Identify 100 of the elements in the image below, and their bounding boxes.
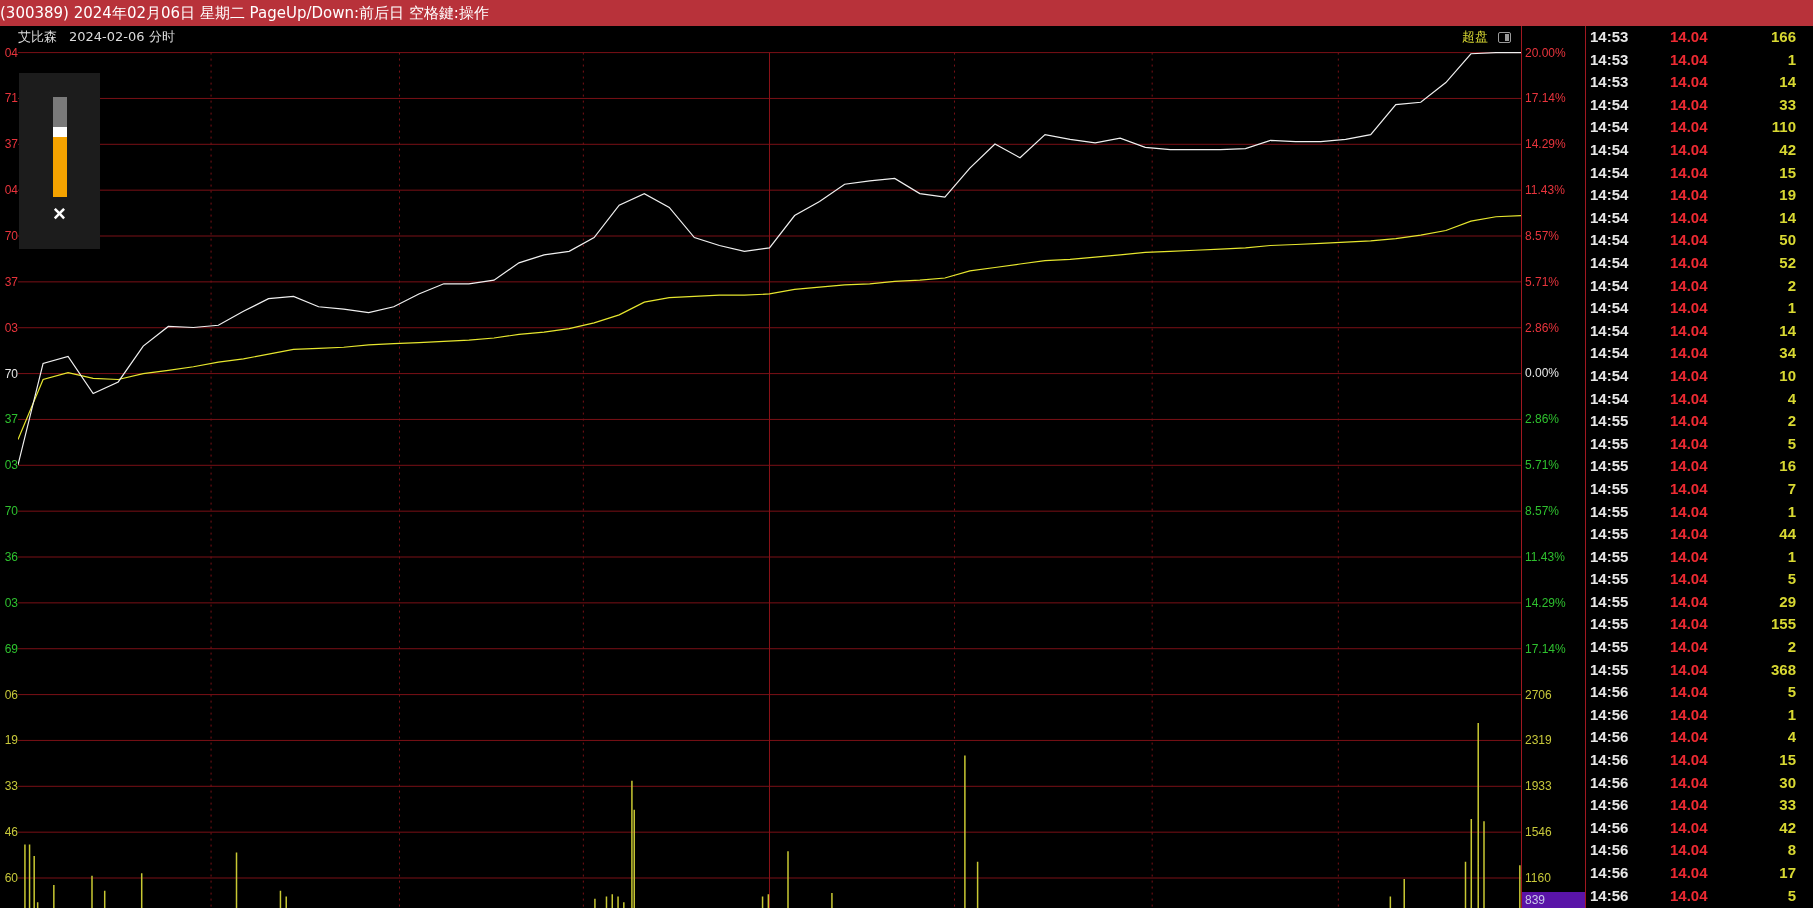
axis-label: 1546 xyxy=(1525,824,1552,841)
trade-volume: 1 xyxy=(1786,546,1796,567)
trade-time: 14:54 xyxy=(1589,185,1630,206)
trade-time: 14:55 xyxy=(1589,546,1630,567)
trade-price: 14.04 xyxy=(1669,524,1709,545)
axis-label: 70 xyxy=(4,228,18,244)
trade-volume: 44 xyxy=(1778,524,1796,545)
trade-time: 14:53 xyxy=(1589,49,1630,70)
trade-time: 14:56 xyxy=(1589,704,1630,725)
trade-volume: 15 xyxy=(1778,162,1796,183)
trade-volume: 155 xyxy=(1769,614,1796,635)
trade-volume: 52 xyxy=(1778,253,1796,273)
trade-price: 14.04 xyxy=(1669,411,1709,432)
trade-price: 14.04 xyxy=(1669,433,1709,454)
trade-price: 14.04 xyxy=(1669,637,1709,658)
trade-price: 14.04 xyxy=(1669,207,1709,228)
trade-price: 14.04 xyxy=(1669,885,1709,906)
trade-volume: 1 xyxy=(1786,49,1796,70)
trade-volume: 19 xyxy=(1778,185,1796,206)
trade-price: 14.04 xyxy=(1669,185,1709,206)
trade-price: 14.04 xyxy=(1669,456,1709,477)
axis-label: 17.14% xyxy=(1525,640,1566,657)
axis-label: 06 xyxy=(4,686,18,703)
trade-time: 14:55 xyxy=(1589,501,1630,522)
trade-time: 14:56 xyxy=(1589,772,1630,793)
trade-time: 14:56 xyxy=(1589,817,1630,838)
axis-label: 70 xyxy=(4,365,18,382)
panel-toggle-icon[interactable] xyxy=(1498,31,1511,43)
toggle-label[interactable]: 超盘 xyxy=(1462,27,1488,47)
trade-volume: 5 xyxy=(1786,885,1796,906)
trade-time: 14:54 xyxy=(1589,94,1630,115)
trade-volume: 14 xyxy=(1778,320,1796,341)
trade-time: 14:56 xyxy=(1589,885,1630,906)
axis-label: 1160 xyxy=(1525,870,1551,886)
trade-volume: 368 xyxy=(1769,659,1796,680)
axis-label: 11.43% xyxy=(1525,549,1565,565)
trade-volume: 10 xyxy=(1778,365,1796,386)
axis-label: 04 xyxy=(4,44,18,61)
axis-label: 14.29% xyxy=(1525,136,1566,153)
trade-time: 14:54 xyxy=(1589,298,1630,319)
axis-label: 1933 xyxy=(1525,778,1552,795)
close-button[interactable]: × xyxy=(53,203,66,225)
title-text: (300389) 2024年02月06日 星期二 PageUp/Down:前后日 空格鍵:操作 xyxy=(0,2,489,24)
trade-price: 14.04 xyxy=(1669,94,1709,115)
trade-volume: 4 xyxy=(1786,727,1796,748)
axis-label: 5.71% xyxy=(1525,457,1560,474)
trade-time: 14:55 xyxy=(1589,614,1630,635)
trade-time: 14:53 xyxy=(1589,27,1630,48)
trade-time: 14:56 xyxy=(1589,727,1630,748)
trade-time: 14:55 xyxy=(1589,591,1630,612)
axis-label: 03 xyxy=(4,457,18,474)
trade-time: 14:56 xyxy=(1589,840,1630,861)
trade-time: 14:54 xyxy=(1589,320,1630,341)
trade-price: 14.04 xyxy=(1669,298,1709,319)
axis-label: 11.43% xyxy=(1525,182,1565,199)
trade-price: 14.04 xyxy=(1669,478,1709,499)
trade-volume: 166 xyxy=(1769,27,1796,48)
trade-price: 14.04 xyxy=(1669,253,1709,273)
axis-label: 20.00% xyxy=(1525,44,1566,61)
axis-label: 70 xyxy=(4,503,18,520)
trade-time: 14:55 xyxy=(1589,411,1630,432)
trade-price: 14.04 xyxy=(1669,704,1709,725)
axis-label: 33 xyxy=(4,778,18,795)
axis-label: 36 xyxy=(4,549,18,565)
trade-time: 14:56 xyxy=(1589,863,1630,883)
trade-price: 14.04 xyxy=(1669,117,1709,138)
axis-label: 8.57% xyxy=(1525,503,1560,520)
trade-price: 14.04 xyxy=(1669,72,1709,93)
trade-volume: 1 xyxy=(1786,501,1796,522)
trade-price: 14.04 xyxy=(1669,817,1709,838)
axis-label: 2706 xyxy=(1525,686,1552,703)
trade-time: 14:55 xyxy=(1589,569,1630,590)
chart-date: 2024-02-06 分时 xyxy=(69,28,175,47)
axis-label: 37 xyxy=(4,273,18,290)
trade-price: 14.04 xyxy=(1669,795,1709,816)
axis-label: 19 xyxy=(4,732,18,749)
axis-label: 8.57% xyxy=(1525,227,1560,244)
trade-volume: 33 xyxy=(1778,795,1796,816)
trade-volume: 34 xyxy=(1778,343,1796,364)
trade-time: 14:55 xyxy=(1589,478,1630,499)
trade-price: 14.04 xyxy=(1669,343,1709,364)
trade-time: 14:54 xyxy=(1589,388,1630,409)
stock-name: 艾比森 xyxy=(18,28,57,47)
cursor-value-label: 839 xyxy=(1522,892,1585,908)
trade-time: 14:56 xyxy=(1589,682,1630,703)
trade-volume: 42 xyxy=(1778,140,1796,160)
axis-label: 60 xyxy=(4,870,18,886)
trade-time: 14:54 xyxy=(1589,275,1630,296)
trade-price: 14.04 xyxy=(1669,840,1709,861)
trade-price: 14.04 xyxy=(1669,501,1709,522)
trade-price: 14.04 xyxy=(1669,49,1709,70)
trade-time: 14:54 xyxy=(1589,343,1630,364)
trade-price: 14.04 xyxy=(1669,772,1709,793)
trade-time: 14:53 xyxy=(1589,72,1630,93)
axis-label: 69 xyxy=(4,640,18,657)
trade-price: 14.04 xyxy=(1669,27,1709,48)
trade-time: 14:56 xyxy=(1589,750,1630,771)
trade-price: 14.04 xyxy=(1669,365,1709,386)
trade-volume: 42 xyxy=(1778,817,1796,838)
trade-time: 14:55 xyxy=(1589,524,1630,545)
